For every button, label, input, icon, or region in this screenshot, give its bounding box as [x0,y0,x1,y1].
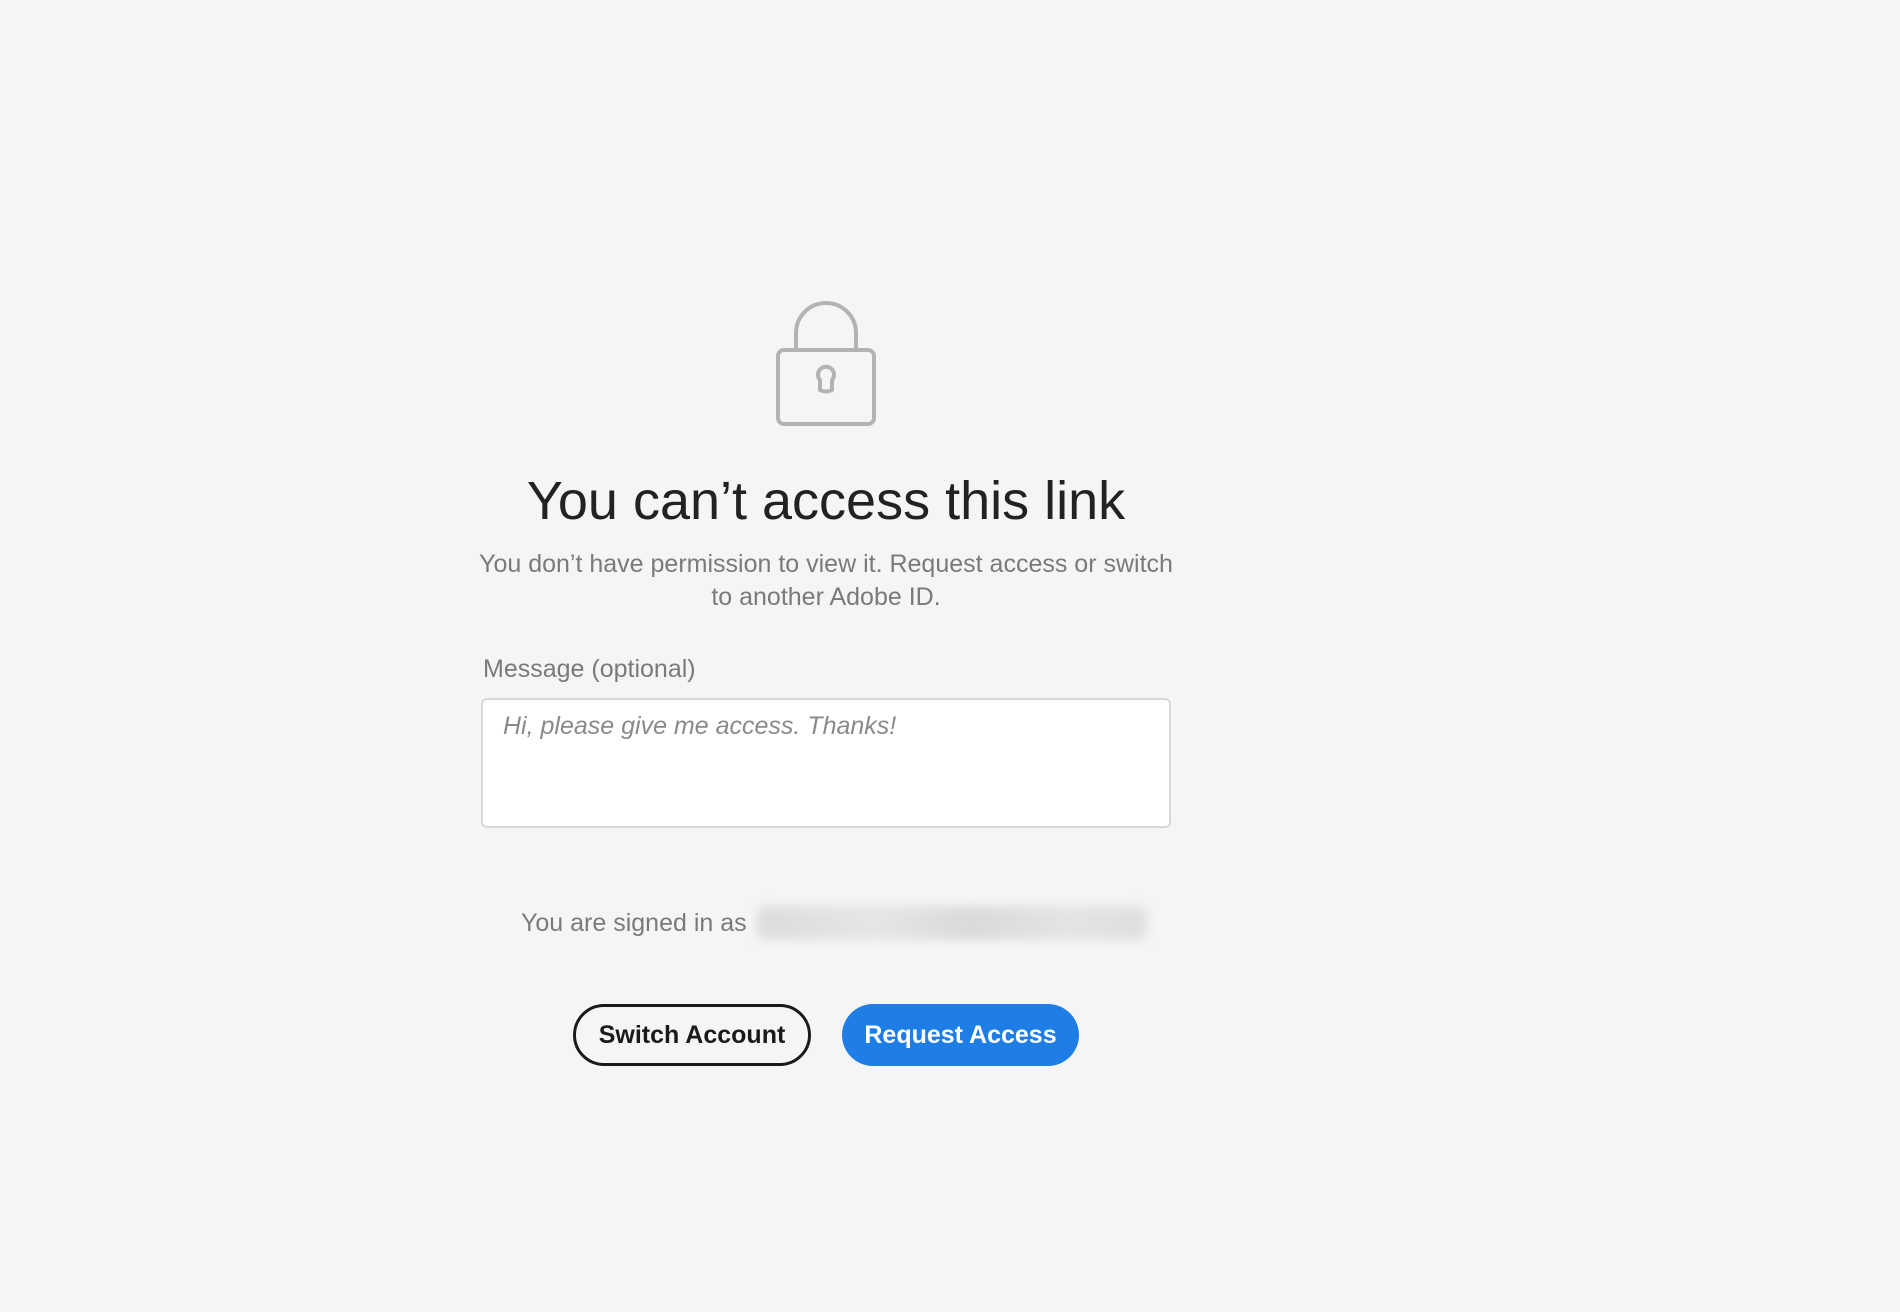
lock-icon [776,300,876,426]
page-title: You can’t access this link [526,471,1126,531]
request-access-button[interactable]: Request Access [842,1004,1079,1066]
redacted-account-email [756,906,1147,940]
message-label: Message (optional) [483,655,696,683]
permission-description: You don’t have permission to view it. Re… [479,550,1173,611]
switch-account-button[interactable]: Switch Account [573,1004,811,1066]
signed-in-info: You are signed in as [521,906,1147,940]
message-input[interactable] [481,698,1171,828]
access-denied-page: You can’t access this link You don’t hav… [0,0,1900,1312]
signed-in-label: You are signed in as [521,908,747,937]
